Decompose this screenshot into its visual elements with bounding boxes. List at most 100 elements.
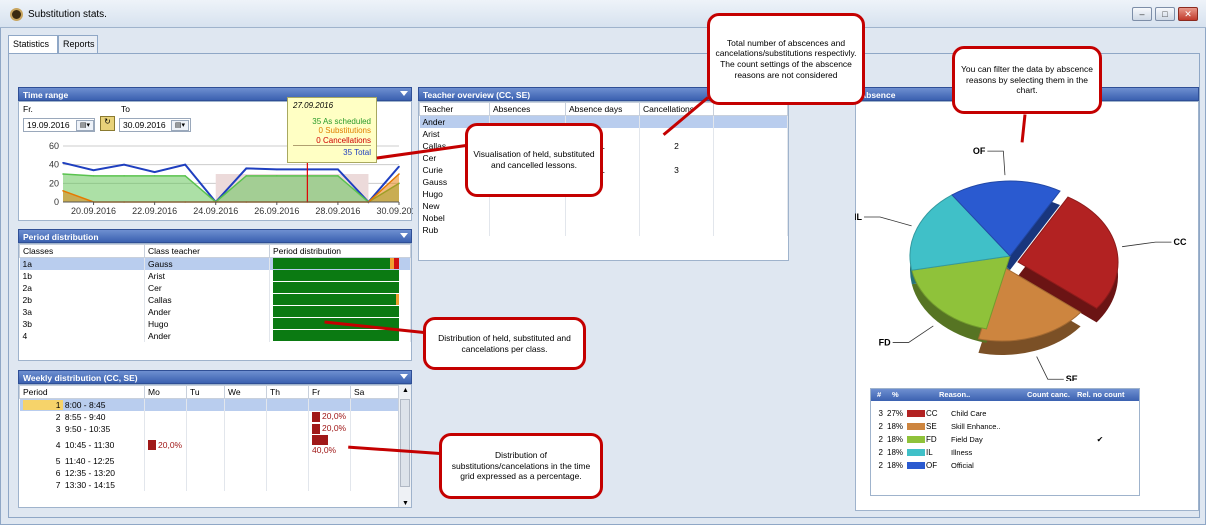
callout-grid: Distribution of substitutions/cancelatio… (439, 433, 603, 499)
table-row[interactable]: 2b Callas (19, 293, 411, 306)
empty-cell (713, 115, 788, 128)
legend-row[interactable]: 2 18% FD Field Day ✔ (871, 433, 1125, 446)
day-cell-sa (350, 410, 399, 423)
day-cell-tu (186, 422, 225, 435)
day-cell-we (224, 398, 267, 411)
day-cell-fr: 20,0% (308, 410, 351, 423)
day-cell-tu (186, 455, 225, 468)
calendar-dropdown-icon[interactable]: ▤▾ (171, 120, 189, 131)
scrollbar-thumb[interactable] (400, 399, 410, 487)
collapse-icon[interactable] (400, 374, 408, 379)
maximize-button[interactable]: □ (1155, 7, 1175, 21)
table-row[interactable]: Rub (419, 223, 788, 236)
legend-percent: 18% (887, 461, 904, 470)
legend-swatch (907, 436, 926, 444)
legend-count-canc (1019, 459, 1075, 472)
table-row[interactable]: New (419, 199, 788, 212)
period-time: 13:30 - 14:15 (64, 480, 115, 491)
percentage-bar (312, 423, 320, 434)
data-point (92, 175, 95, 177)
legend-percent: 18% (887, 448, 904, 457)
table-row[interactable]: Nobel (419, 211, 788, 224)
legend-code: IL (926, 448, 933, 457)
class-teacher-cell: Cer (144, 281, 270, 294)
legend-col-count[interactable]: # (877, 390, 881, 399)
table-row[interactable]: 2a Cer (19, 281, 411, 294)
day-cell-we (224, 434, 267, 456)
absence-days-cell (565, 199, 640, 212)
calendar-dropdown-icon[interactable]: ▤▾ (76, 120, 94, 131)
vertical-scrollbar[interactable]: ▲ ▼ (398, 385, 411, 507)
tooltip-scheduled: 35 As scheduled (312, 116, 371, 126)
day-cell-sa (350, 455, 399, 468)
tab-statistics[interactable]: Statistics (8, 35, 58, 54)
table-row[interactable]: 6 12:35 - 13:20 (19, 467, 399, 480)
legend-col-percent[interactable]: % (892, 390, 899, 399)
absence-legend-table: 3 27% CC Child Care 2 18% SE Skill Enhance.. 2 18… (871, 407, 1125, 472)
data-point (276, 168, 278, 171)
leader-line (1122, 241, 1172, 248)
data-point (245, 175, 248, 177)
day-cell-sa (350, 434, 399, 456)
table-row[interactable]: 2 8:55 - 9:40 20,0% (19, 410, 399, 423)
column-header[interactable]: Class teacher (144, 244, 270, 258)
teacher-overview-title: Teacher overview (CC, SE) (423, 90, 531, 100)
scroll-down-icon[interactable]: ▼ (402, 500, 409, 507)
distribution-bar (273, 306, 399, 317)
column-header[interactable]: Fr (308, 385, 351, 399)
legend-col-count-canc[interactable]: Count canc. (1027, 390, 1070, 399)
app-icon (10, 8, 23, 21)
column-header[interactable]: Period (19, 385, 145, 399)
table-row[interactable]: 7 13:30 - 14:15 (19, 479, 399, 492)
distribution-cell (269, 305, 411, 318)
tab-reports[interactable]: Reports (58, 35, 98, 53)
table-row[interactable]: 1a Gauss (19, 257, 411, 270)
distribution-bar (273, 294, 399, 305)
table-row[interactable]: 3 9:50 - 10:35 20,0% (19, 422, 399, 435)
column-header[interactable]: We (224, 385, 267, 399)
leader-line (864, 216, 912, 227)
table-row[interactable]: 4 Ander (19, 329, 411, 342)
column-header[interactable]: Absence days (565, 102, 640, 116)
legend-row[interactable]: 2 18% SE Skill Enhance.. (871, 420, 1125, 433)
scroll-up-icon[interactable]: ▲ (402, 387, 409, 394)
legend-rel-no-count (1075, 407, 1125, 420)
table-row[interactable]: 3a Ander (19, 305, 411, 318)
legend-row[interactable]: 2 18% IL Illness (871, 446, 1125, 459)
collapse-icon[interactable] (400, 91, 408, 96)
legend-count-canc (1019, 433, 1075, 446)
column-header[interactable]: Cancellations (639, 102, 714, 116)
empty-cell (713, 139, 788, 152)
table-row[interactable]: 5 11:40 - 12:25 (19, 455, 399, 468)
refresh-icon[interactable]: ↻ (100, 116, 115, 131)
column-header[interactable]: Th (266, 385, 309, 399)
bar-segment-held (273, 294, 397, 305)
column-header[interactable]: Period distribution (269, 244, 411, 258)
minimize-button[interactable]: – (1132, 7, 1152, 21)
callout-dist: Distribution of held, substituted and ca… (423, 317, 586, 370)
table-row[interactable]: 1b Arist (19, 269, 411, 282)
class-teacher-cell: Callas (144, 293, 270, 306)
weekly-distribution-header[interactable]: Weekly distribution (CC, SE) (18, 370, 412, 384)
absences-cell (489, 211, 566, 224)
cancellations-cell: 3 (639, 163, 714, 176)
column-header[interactable]: Mo (144, 385, 187, 399)
legend-percent: 27% (887, 409, 904, 418)
period-distribution-header[interactable]: Period distribution (18, 229, 412, 243)
legend-col-reason[interactable]: Reason.. (939, 390, 970, 399)
column-header[interactable]: Sa (350, 385, 399, 399)
column-header[interactable]: Classes (19, 244, 145, 258)
column-header[interactable]: Teacher (419, 102, 490, 116)
legend-col-rel-no-count[interactable]: Rel. no count (1077, 390, 1125, 399)
close-button[interactable]: ✕ (1178, 7, 1198, 21)
table-row[interactable]: 4 10:45 - 11:30 20,0% 40,0% (19, 434, 399, 456)
table-row[interactable]: 1 8:00 - 8:45 (19, 398, 399, 411)
column-header[interactable]: Absences (489, 102, 566, 116)
collapse-icon[interactable] (400, 233, 408, 238)
legend-row[interactable]: 2 18% OF Official (871, 459, 1125, 472)
column-header[interactable]: Tu (186, 385, 225, 399)
legend-row[interactable]: 3 27% CC Child Care (871, 407, 1125, 420)
period-number: 2 (55, 411, 61, 422)
from-date-value: 19.09.2016 (27, 120, 70, 130)
absence-pie-chart[interactable]: CC SE FD IL OF (855, 101, 1199, 381)
